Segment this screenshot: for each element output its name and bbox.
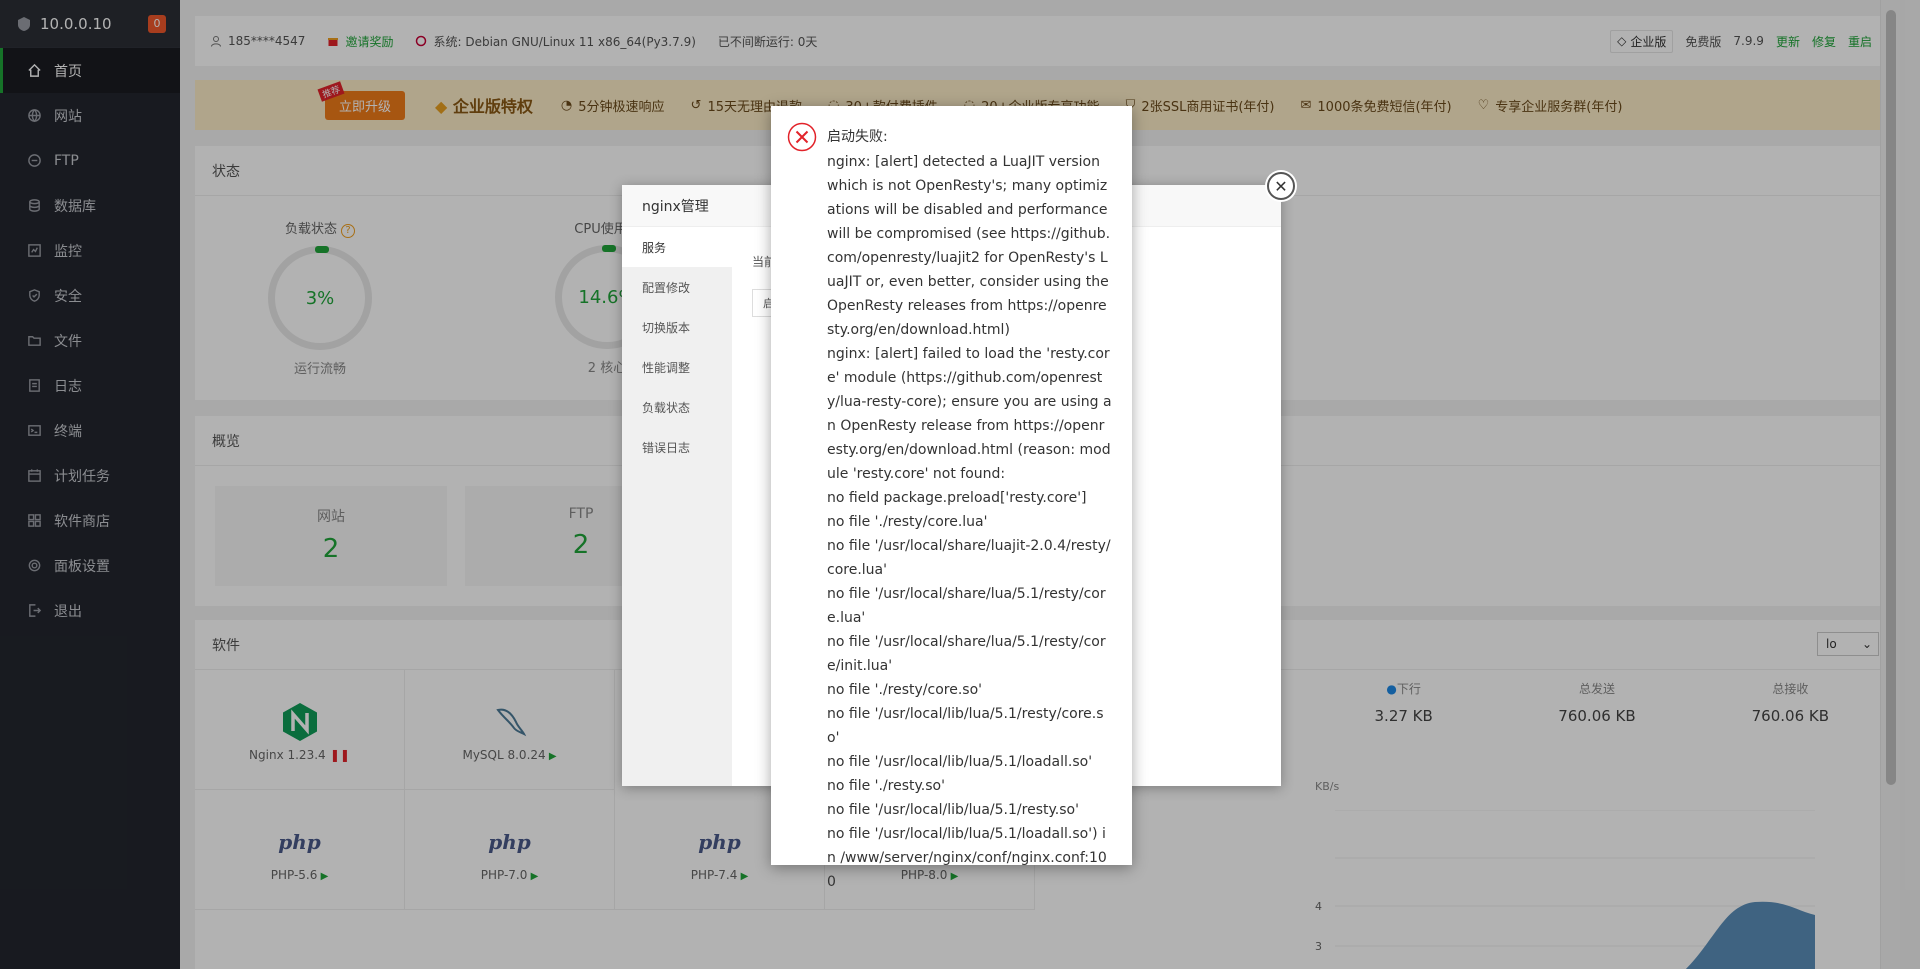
error-icon <box>787 122 817 152</box>
tab-config[interactable]: 配置修改 <box>622 267 732 307</box>
tab-service[interactable]: 服务 <box>622 227 732 267</box>
error-alert-dialog: 启动失败: nginx: [alert] detected a LuaJIT v… <box>771 106 1132 890</box>
alert-message: nginx: [alert] detected a LuaJIT version… <box>827 154 1112 890</box>
tab-error-log[interactable]: 错误日志 <box>622 427 732 467</box>
tab-switch-version[interactable]: 切换版本 <box>622 307 732 347</box>
alert-title: 启动失败: <box>827 129 888 145</box>
close-icon[interactable]: ✕ <box>1267 172 1295 200</box>
nginx-dialog-tabs: 服务 配置修改 切换版本 性能调整 负载状态 错误日志 <box>622 227 732 786</box>
tab-load-status[interactable]: 负载状态 <box>622 387 732 427</box>
tab-performance[interactable]: 性能调整 <box>622 347 732 387</box>
